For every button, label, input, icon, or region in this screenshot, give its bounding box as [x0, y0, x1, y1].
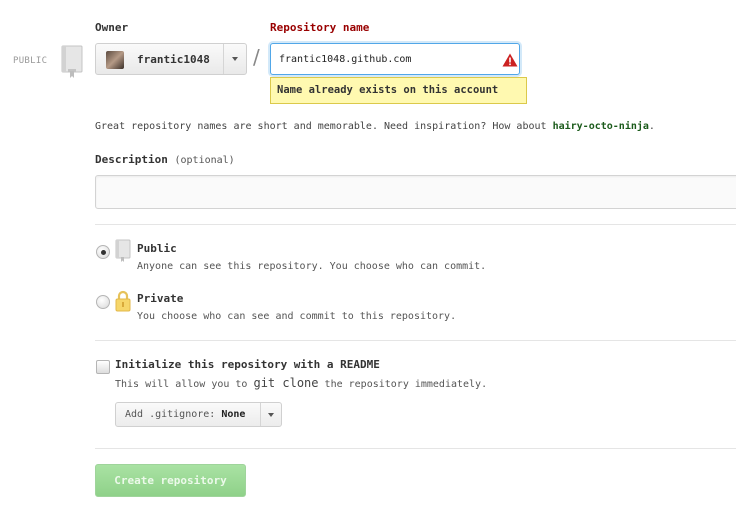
- private-title: Private: [137, 292, 184, 305]
- owner-name: frantic1048: [137, 53, 210, 66]
- divider: [95, 224, 736, 225]
- owner-repo-separator: /: [253, 45, 260, 69]
- gitignore-divider: [260, 403, 261, 426]
- name-suggestion-link[interactable]: hairy-octo-ninja: [553, 121, 649, 132]
- repo-name-label: Repository name: [270, 21, 370, 34]
- divider: [95, 340, 736, 341]
- repo-name-error: Name already exists on this account: [270, 77, 527, 104]
- readme-checkbox[interactable]: [96, 360, 110, 374]
- gitignore-value: None: [221, 409, 246, 420]
- gitignore-label: Add .gitignore: None: [125, 409, 245, 420]
- readme-title: Initialize this repository with a README: [115, 358, 380, 371]
- chevron-down-icon: [232, 57, 238, 61]
- public-radio[interactable]: [96, 245, 110, 259]
- hint-suffix: .: [648, 121, 655, 132]
- private-description: You choose who can see and commit to thi…: [137, 311, 457, 322]
- book-icon: [61, 45, 83, 78]
- description-label: Description (optional): [95, 153, 235, 166]
- avatar: [106, 51, 124, 69]
- owner-label: Owner: [95, 21, 129, 34]
- readme-desc-post: the repository immediately.: [324, 379, 488, 390]
- chevron-down-icon: [268, 413, 274, 417]
- owner-divider: [223, 44, 224, 74]
- gitignore-select[interactable]: Add .gitignore: None: [115, 402, 282, 427]
- public-title: Public: [137, 242, 177, 255]
- readme-desc-pre: This will allow you to: [115, 379, 248, 390]
- git-clone-code: git clone: [253, 376, 319, 390]
- description-label-text: Description: [95, 153, 168, 166]
- visibility-tag: PUBLIC: [13, 56, 48, 66]
- book-icon: [115, 239, 131, 262]
- hint-text: Great repository names are short and mem…: [95, 121, 547, 132]
- divider: [95, 448, 736, 449]
- repo-name-input[interactable]: [270, 43, 520, 75]
- description-input[interactable]: [95, 175, 736, 209]
- warning-triangle-icon: [502, 53, 518, 67]
- lock-icon: [115, 290, 131, 312]
- public-description: Anyone can see this repository. You choo…: [137, 261, 487, 272]
- readme-description: This will allow you to git clone the rep…: [115, 376, 487, 390]
- private-radio[interactable]: [96, 295, 110, 309]
- create-repository-button[interactable]: Create repository: [95, 464, 246, 497]
- owner-select[interactable]: frantic1048: [95, 43, 247, 75]
- optional-label: (optional): [174, 155, 235, 166]
- name-hint: Great repository names are short and mem…: [95, 121, 655, 132]
- gitignore-label-text: Add .gitignore:: [125, 409, 216, 420]
